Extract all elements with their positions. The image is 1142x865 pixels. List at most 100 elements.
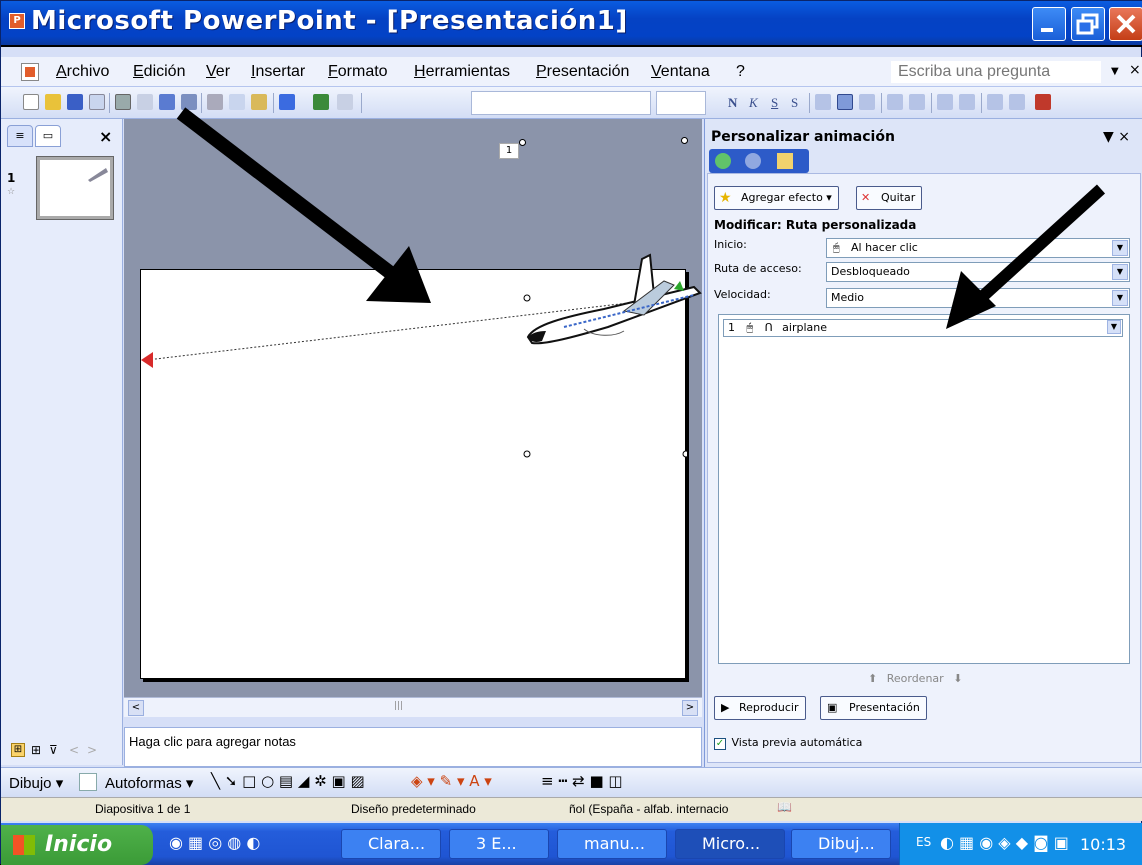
slideshow-view-icon[interactable]: ⊽ [49, 743, 58, 757]
forward-icon[interactable] [745, 153, 761, 169]
color-tools[interactable]: ◈ ▾ ✎ ▾ A ▾ [411, 772, 492, 790]
move-up-icon[interactable]: ⬆ [868, 672, 877, 685]
open-icon[interactable] [45, 94, 61, 110]
bold-button[interactable]: N [728, 95, 737, 111]
paste-icon[interactable] [251, 94, 267, 110]
minimize-button[interactable] [1032, 7, 1066, 41]
shadow-button[interactable]: S [791, 95, 798, 111]
title-bar[interactable]: P Microsoft PowerPoint - [Presentación1] [1, 1, 1142, 47]
tray-icons[interactable]: ◐ ▦ ◉ ◈ ◆ ◙ ▣ [940, 833, 1069, 852]
line-style-tools[interactable]: ≡ ┅ ⇄ ■ ◫ [541, 772, 623, 790]
decrease-font-icon[interactable] [959, 94, 975, 110]
menu-formato[interactable]: Formato [328, 63, 388, 81]
home-icon[interactable] [777, 153, 793, 169]
menu-help[interactable]: ? [736, 63, 745, 81]
spelling-icon[interactable] [159, 94, 175, 110]
quick-launch-icons[interactable]: ◉ ▦ ◎ ◍ ◐ [169, 833, 260, 852]
chart-icon[interactable] [313, 94, 329, 110]
underline-button[interactable]: S [771, 95, 778, 111]
task-pane-controls[interactable]: ▼ × [1103, 129, 1130, 145]
slides-tab[interactable]: ▭ [35, 125, 61, 147]
animation-item[interactable]: 1 🖱 ᑎ airplane ▼ [723, 319, 1123, 337]
permission-icon[interactable] [89, 94, 105, 110]
slide-thumbnail[interactable] [36, 156, 114, 220]
powerpoint-app-icon[interactable]: P [9, 13, 25, 29]
autoshapes-menu-button[interactable]: Autoformas ▾ [105, 774, 193, 792]
decrease-indent-icon[interactable] [987, 94, 1003, 110]
horizontal-scrollbar[interactable]: < > ||| [124, 697, 702, 717]
print-preview-icon[interactable] [137, 94, 153, 110]
move-down-icon[interactable]: ⬇ [953, 672, 962, 685]
align-left-icon[interactable] [815, 94, 831, 110]
chevron-down-icon[interactable]: ▼ [1112, 240, 1128, 256]
select-objects-icon[interactable] [79, 773, 97, 791]
animation-list[interactable]: 1 🖱 ᑎ airplane ▼ [718, 314, 1130, 664]
chevron-down-icon[interactable]: ▼ [1112, 290, 1128, 306]
taskbar-item-manual[interactable]: manu... [557, 829, 667, 859]
save-icon[interactable] [67, 94, 83, 110]
slideshow-button[interactable]: ▣ Presentación [820, 696, 927, 720]
autopreview-checkbox[interactable]: ✓ [714, 738, 726, 750]
research-icon[interactable] [181, 94, 197, 110]
ask-question-input[interactable]: Escriba una pregunta [891, 61, 1101, 83]
taskbar-item-folders[interactable]: 3 E... [449, 829, 549, 859]
chevron-down-icon[interactable]: ▼ [1107, 320, 1121, 334]
play-button[interactable]: ▶ Reproducir [714, 696, 806, 720]
increase-indent-icon[interactable] [1009, 94, 1025, 110]
draw-menu-button[interactable]: Dibujo ▾ [9, 774, 63, 792]
increase-font-icon[interactable] [937, 94, 953, 110]
path-select[interactable]: Desbloqueado ▼ [826, 262, 1130, 282]
speed-select[interactable]: Medio ▼ [826, 288, 1130, 308]
undo-icon[interactable] [279, 94, 295, 110]
font-name-select[interactable] [471, 91, 651, 115]
language-indicator[interactable]: ES [916, 835, 931, 849]
autopreview-row[interactable]: ✓ Vista previa automática [714, 736, 862, 750]
sorter-view-icon[interactable]: ⊞ [31, 743, 41, 757]
normal-view-icon[interactable]: ⊞ [11, 743, 25, 757]
spelling-status-icon[interactable]: 📖 [777, 800, 792, 814]
print-icon[interactable] [115, 94, 131, 110]
close-document-icon[interactable]: × [1129, 62, 1141, 78]
menu-herramientas[interactable]: Herramientas [414, 63, 510, 81]
align-center-icon[interactable] [837, 94, 853, 110]
chevron-down-icon[interactable]: ▼ [1112, 264, 1128, 280]
document-icon[interactable] [21, 63, 39, 81]
shape-tools[interactable]: ╲ ➘ □ ○ ▤ ◢ ✲ ▣ ▨ [211, 772, 365, 790]
bullets-icon[interactable] [909, 94, 925, 110]
restore-button[interactable] [1071, 7, 1105, 41]
start-button[interactable]: Inicio [1, 825, 153, 865]
menu-edicion[interactable]: Edición [133, 63, 185, 81]
selection-handle[interactable] [681, 137, 688, 144]
menu-archivo[interactable]: Archivo [56, 63, 109, 81]
close-pane-icon[interactable]: × [99, 127, 112, 146]
scroll-thumb-grip[interactable]: ||| [394, 701, 403, 711]
taskbar-item-clara[interactable]: Clara... [341, 829, 441, 859]
menu-ventana[interactable]: Ventana [651, 63, 710, 81]
rotation-handle[interactable] [519, 139, 526, 146]
new-icon[interactable] [23, 94, 39, 110]
scroll-left-button[interactable]: < [128, 700, 144, 716]
font-size-select[interactable] [656, 91, 706, 115]
help-icon[interactable] [337, 94, 353, 110]
font-color-icon[interactable] [1035, 94, 1051, 110]
menu-presentacion[interactable]: Presentación [536, 63, 629, 81]
close-button[interactable] [1109, 7, 1142, 41]
notes-pane[interactable]: Haga clic para agregar notas [124, 727, 702, 767]
back-icon[interactable] [715, 153, 731, 169]
cut-icon[interactable] [207, 94, 223, 110]
italic-button[interactable]: K [749, 95, 758, 111]
scroll-right-icon[interactable]: > [87, 743, 97, 757]
scroll-right-button[interactable]: > [682, 700, 698, 716]
scroll-left-icon[interactable]: < [69, 743, 79, 757]
outline-tab[interactable]: ≡ [7, 125, 33, 147]
start-select[interactable]: 🖱 Al hacer clic ▼ [826, 238, 1130, 258]
ask-dropdown-icon[interactable]: ▼ [1111, 66, 1119, 77]
taskbar-item-dibujo[interactable]: Dibuj... [791, 829, 891, 859]
airplane-image[interactable] [524, 249, 702, 359]
add-effect-button[interactable]: ★ Agregar efecto ▾ [714, 186, 839, 210]
copy-icon[interactable] [229, 94, 245, 110]
taskbar-item-powerpoint[interactable]: Micro... [675, 829, 785, 859]
menu-insertar[interactable]: Insertar [251, 63, 305, 81]
menu-ver[interactable]: Ver [206, 63, 230, 81]
align-right-icon[interactable] [859, 94, 875, 110]
